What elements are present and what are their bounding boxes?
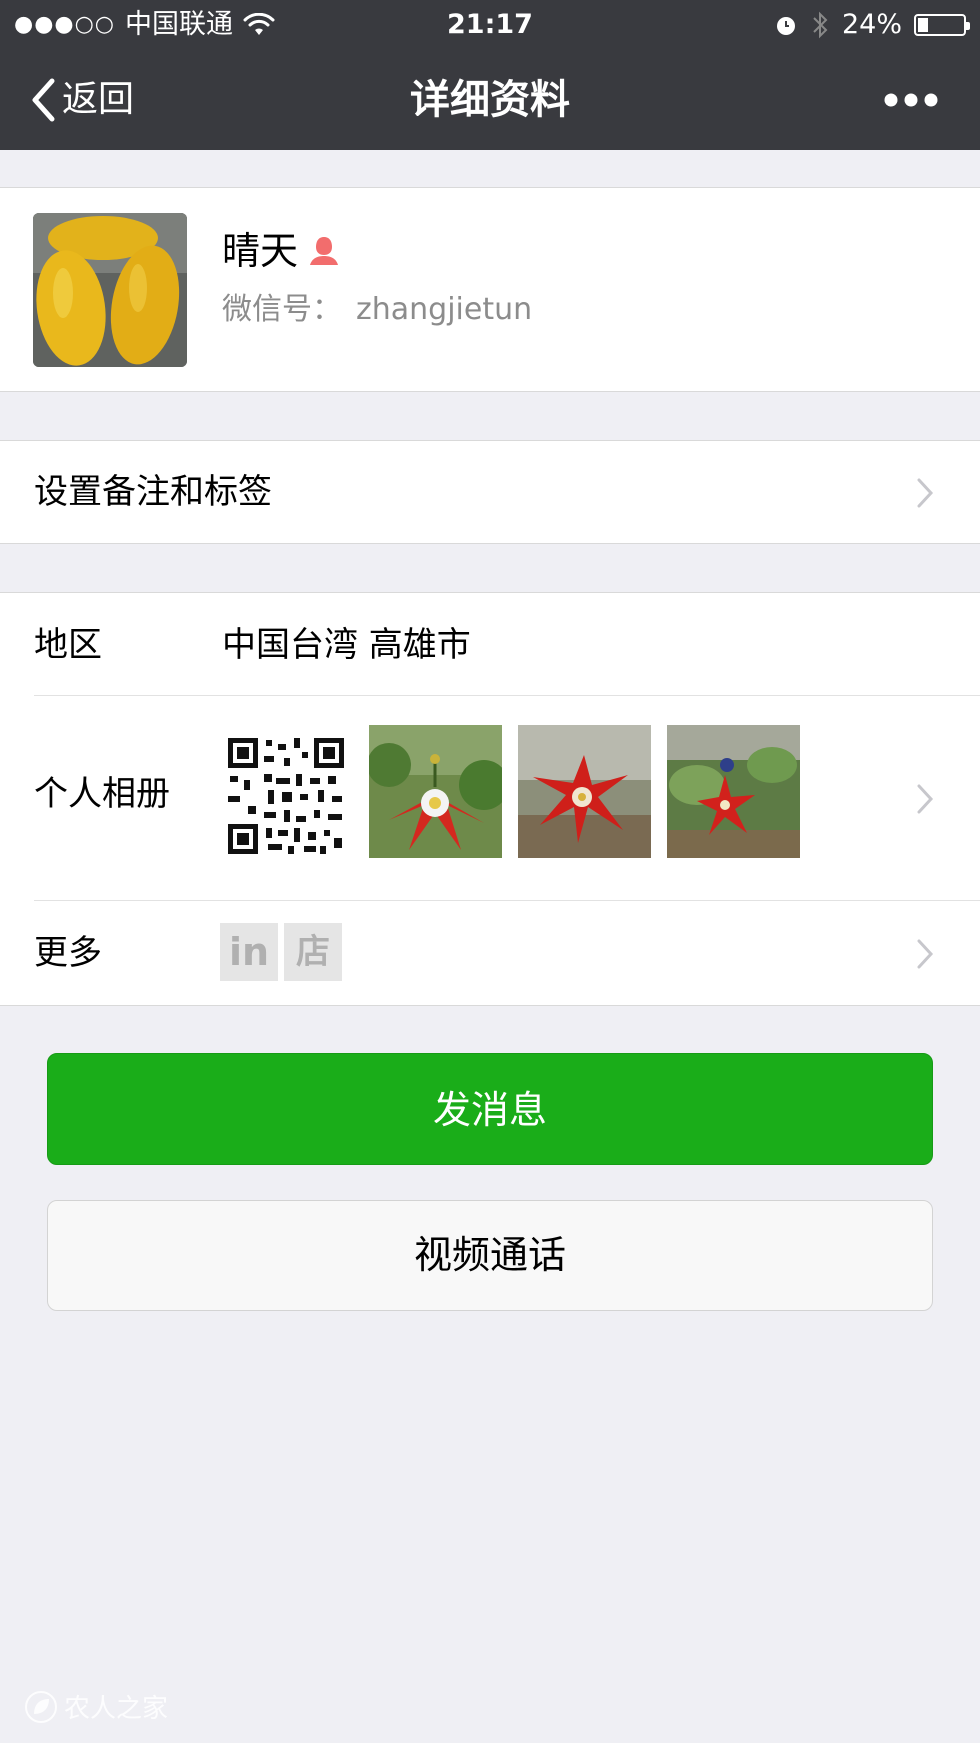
female-icon [310, 237, 339, 265]
region-value: 中国台湾 高雄市 [222, 625, 471, 665]
album-photo-flower-1 [369, 725, 502, 858]
more-label: 更多 [34, 933, 102, 973]
shop-icon: 店 [284, 923, 342, 981]
wechat-id: 微信号： zhangjietun [222, 288, 532, 332]
info-card: 地区 中国台湾 高雄市 个人相册 更多 in 店 [0, 592, 980, 1006]
battery-icon [914, 14, 970, 36]
leaf-logo-icon [25, 1690, 57, 1723]
profile-card: 晴天 微信号： zhangjietun [0, 187, 980, 392]
chevron-right-icon [917, 784, 934, 814]
more-options-icon[interactable] [884, 90, 938, 110]
album-label: 个人相册 [34, 774, 170, 814]
name-text: 晴天 [222, 229, 299, 273]
album-photo-flower-3 [667, 725, 800, 858]
profile-name: 晴天 [222, 226, 342, 276]
album-photo-qr-code [224, 734, 348, 858]
album-row[interactable]: 个人相册 [0, 696, 980, 900]
top-bar: ●●●○○ 中国联通 21:17 24% 返回 详细资料 [0, 0, 980, 150]
video-call-button[interactable]: 视频通话 [47, 1200, 933, 1311]
remark-label: 设置备注和标签 [34, 472, 272, 512]
status-bar: ●●●○○ 中国联通 21:17 24% [0, 0, 980, 50]
navigation-bar: 返回 详细资料 [0, 50, 980, 150]
chevron-right-icon [917, 939, 934, 969]
watermark-text: 农人之家 [64, 1694, 169, 1724]
chevron-right-icon [917, 478, 934, 508]
page-title: 详细资料 [410, 77, 570, 123]
wechat-id-value: zhangjietun [356, 292, 533, 327]
status-right: 24% [774, 0, 970, 50]
battery-percent: 24% [841, 9, 902, 40]
watermark: 农人之家 [24, 1688, 168, 1725]
linkedin-icon: in [220, 923, 278, 981]
wechat-id-label: 微信号： [222, 292, 342, 327]
region-label: 地区 [34, 625, 102, 665]
set-remark-row[interactable]: 设置备注和标签 [0, 440, 980, 544]
bluetooth-icon [813, 11, 828, 39]
album-photo-flower-2 [518, 725, 651, 858]
alarm-icon [776, 17, 795, 35]
more-row[interactable]: 更多 in 店 [0, 901, 980, 1007]
more-icons: in 店 [220, 923, 342, 981]
avatar[interactable] [33, 213, 187, 367]
send-message-button[interactable]: 发消息 [47, 1053, 933, 1165]
